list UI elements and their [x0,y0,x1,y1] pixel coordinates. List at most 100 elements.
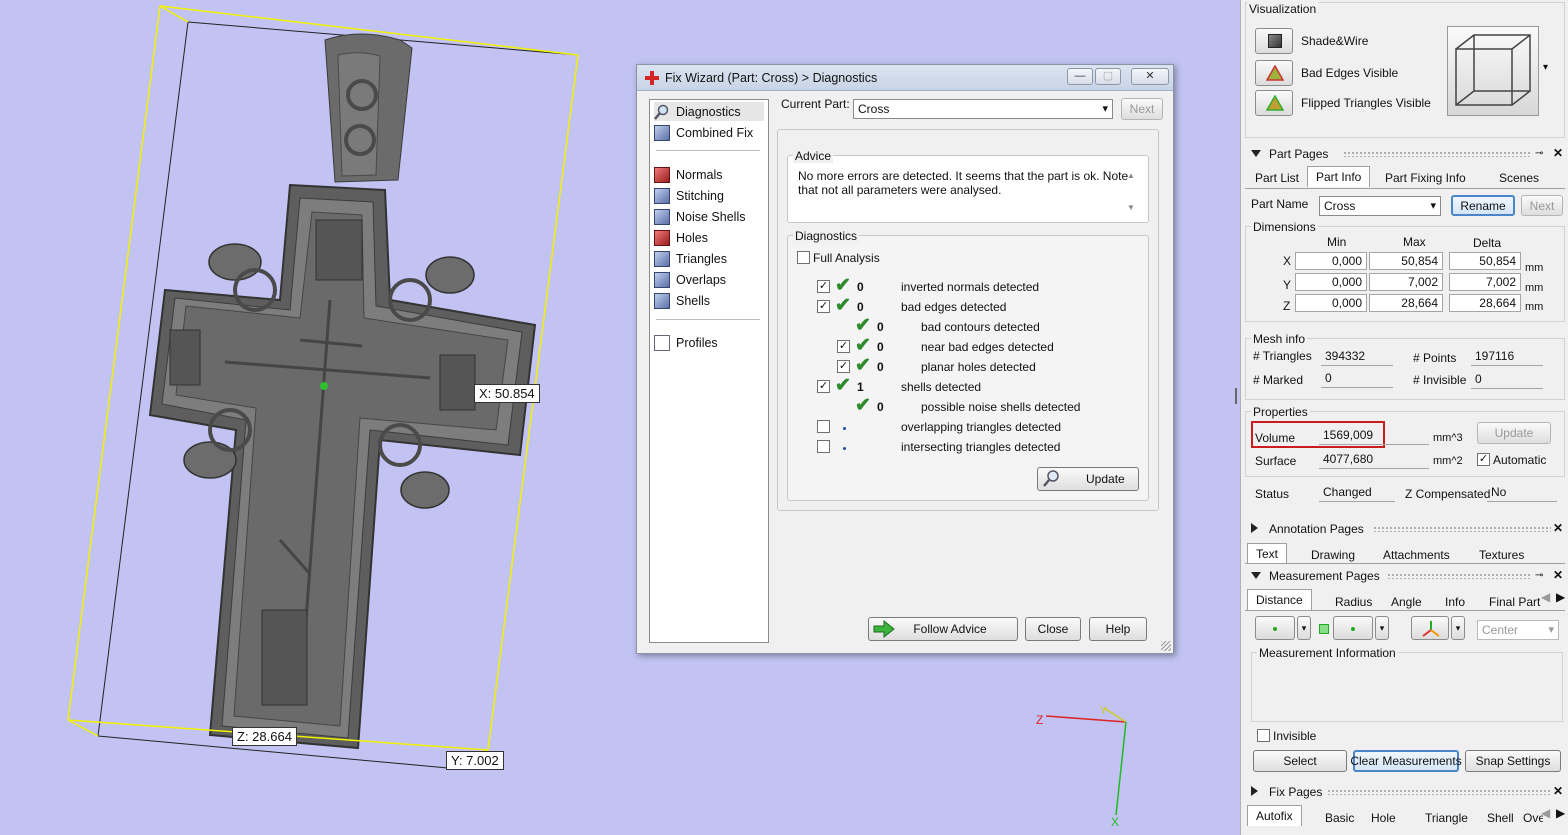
axis-selector-dropdown[interactable]: ▾ [1451,616,1465,640]
row-checkbox[interactable]: ✓ [837,340,850,353]
row-checkbox[interactable] [817,420,830,433]
nav-item-noise-shells[interactable]: Noise Shells [654,207,745,226]
tab-drawing[interactable]: Drawing [1303,545,1363,565]
dim-unit: mm [1525,301,1544,313]
measure-point-button[interactable] [1255,616,1295,640]
current-part-select[interactable]: Cross [853,99,1113,119]
drag-handle[interactable] [1387,573,1531,579]
dialog-titlebar[interactable]: Fix Wizard (Part: Cross) > Diagnostics —… [637,65,1173,91]
measure-second-point-button[interactable] [1333,616,1373,640]
collapse-icon[interactable] [1251,572,1261,579]
tab-scenes[interactable]: Scenes [1491,168,1547,188]
minimize-button[interactable]: — [1067,68,1093,85]
invisible-checkbox[interactable] [1257,729,1270,742]
triangles-label: # Triangles [1253,349,1312,363]
row-checkbox[interactable]: ✓ [817,300,830,313]
shade-wire-button[interactable] [1255,28,1293,54]
nav-item-diagnostics[interactable]: Diagnostics [654,102,764,121]
close-button[interactable]: Close [1025,617,1081,641]
part-name-select[interactable]: Cross [1319,196,1441,216]
tab-part-fixing-info[interactable]: Part Fixing Info [1377,168,1474,188]
clear-measurements-button[interactable]: Clear Measurements [1350,750,1462,772]
measure-second-point-dropdown[interactable]: ▾ [1375,616,1389,640]
nav-item-profiles[interactable]: Profiles [654,333,718,352]
close-window-button[interactable]: ✕ [1131,68,1169,85]
view-cube-dropdown-icon[interactable]: ▾ [1543,62,1548,73]
tab-shell[interactable]: Shell [1479,808,1522,828]
help-button[interactable]: Help [1089,617,1147,641]
part-next-button[interactable]: Next [1521,195,1563,216]
view-cube[interactable] [1447,26,1539,116]
axis-selector-button[interactable] [1411,616,1449,640]
cube-icon [654,271,670,288]
tabs-scroll-right-icon[interactable]: ▶ [1556,590,1565,604]
flipped-triangles-button[interactable] [1255,90,1293,116]
tab-autofix[interactable]: Autofix [1247,805,1302,826]
drag-handle[interactable] [1327,789,1551,795]
collapse-icon[interactable] [1251,150,1261,157]
row-checkbox[interactable]: ✓ [817,280,830,293]
close-annotation-pages-icon[interactable]: ✕ [1553,521,1563,535]
close-part-pages-icon[interactable]: ✕ [1553,146,1563,160]
pin-icon[interactable]: ⊸ [1535,148,1543,159]
drag-handle[interactable] [1373,526,1551,532]
nav-item-overlaps[interactable]: Overlaps [654,270,726,289]
full-analysis-checkbox[interactable] [797,251,810,264]
scroll-down-icon[interactable]: ▼ [1127,203,1135,212]
row-checkbox[interactable]: ✓ [817,380,830,393]
rename-button[interactable]: Rename [1451,195,1515,216]
row-checkbox[interactable]: ✓ [837,360,850,373]
nav-item-normals[interactable]: Normals [654,165,723,184]
row-checkbox[interactable] [817,440,830,453]
tabs-scroll-left-icon[interactable]: ◀ [1541,590,1550,604]
maximize-button[interactable]: ▢ [1095,68,1121,85]
close-measurement-pages-icon[interactable]: ✕ [1553,568,1563,582]
tab-basic[interactable]: Basic [1317,808,1362,828]
tab-over[interactable]: Over [1517,808,1543,828]
link-icon[interactable] [1319,624,1329,634]
volume-update-button[interactable]: Update [1477,422,1551,444]
fix-tabs-scroll-left-icon[interactable]: ◀ [1541,806,1550,820]
fix-tabs-scroll-right-icon[interactable]: ▶ [1556,806,1565,820]
center-select[interactable]: Center [1477,620,1559,640]
tab-angle[interactable]: Angle [1383,592,1430,612]
follow-advice-button[interactable]: Follow Advice [868,617,1018,641]
expand-icon[interactable] [1251,523,1258,533]
drag-handle[interactable] [1343,151,1531,157]
next-button[interactable]: Next [1121,98,1163,120]
tab-final-part[interactable]: Final Part [1481,592,1548,612]
nav-item-triangles[interactable]: Triangles [654,249,727,268]
update-button[interactable]: Update [1037,467,1139,491]
tab-triangle[interactable]: Triangle [1417,808,1476,828]
tab-radius[interactable]: Radius [1327,592,1380,612]
tab-part-info[interactable]: Part Info [1307,166,1371,187]
z-axis-label: Z [1036,713,1043,727]
tab-distance[interactable]: Distance [1247,589,1312,610]
automatic-checkbox[interactable]: ✓ [1477,453,1490,466]
tab-attachments[interactable]: Attachments [1375,545,1458,565]
splitter-handle[interactable] [1235,388,1239,404]
nav-item-stitching[interactable]: Stitching [654,186,724,205]
tab-hole[interactable]: Hole [1363,808,1404,828]
expand-icon[interactable] [1251,786,1258,796]
dim-y-max: 7,002 [1369,273,1443,291]
advice-text: No more errors are detected. It seems th… [798,169,1129,197]
row-text: bad contours detected [921,320,1040,334]
tab-textures[interactable]: Textures [1471,545,1532,565]
dim-z-delta: 28,664 [1449,294,1521,312]
tab-info[interactable]: Info [1437,592,1473,612]
nav-item-holes[interactable]: Holes [654,228,708,247]
nav-item-shells[interactable]: Shells [654,291,710,310]
pin-icon[interactable]: ⊸ [1535,570,1543,581]
measure-point-dropdown[interactable]: ▾ [1297,616,1311,640]
nav-item-combined-fix[interactable]: Combined Fix [654,123,753,142]
close-fix-pages-icon[interactable]: ✕ [1553,784,1563,798]
status-label: Status [1255,487,1290,501]
resize-grip[interactable] [1161,641,1171,651]
tab-part-list[interactable]: Part List [1247,168,1307,188]
tab-text[interactable]: Text [1247,543,1288,564]
bad-edges-button[interactable] [1255,60,1293,86]
scroll-up-icon[interactable]: ▲ [1127,171,1135,180]
select-button[interactable]: Select [1253,750,1347,772]
snap-settings-button[interactable]: Snap Settings [1465,750,1561,772]
